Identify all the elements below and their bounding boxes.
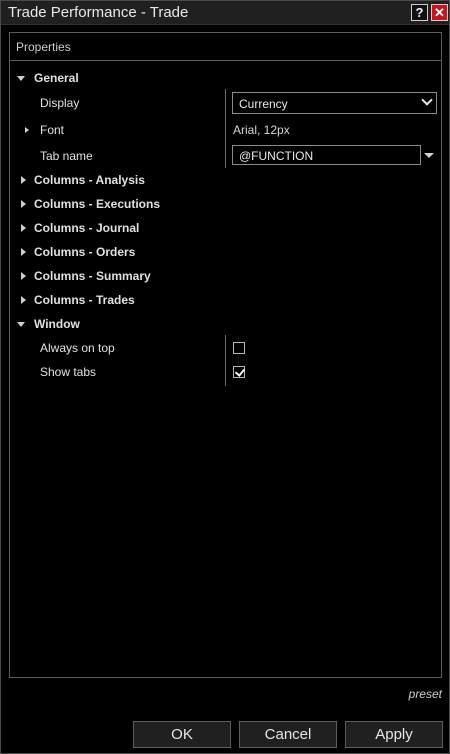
property-display: Display Currency [10,91,441,115]
property-font[interactable]: Font Arial, 12px [10,118,441,142]
tab-name-input[interactable]: @FUNCTION [232,145,421,165]
title-bar[interactable]: Trade Performance - Trade ? ✕ [1,1,449,25]
category-window[interactable]: Window [10,312,441,336]
expand-right-icon [25,127,29,133]
preset-link[interactable]: preset [409,687,442,701]
category-label: Columns - Summary [34,269,151,283]
expand-right-icon [21,296,26,304]
expand-right-icon [21,200,26,208]
ok-button[interactable]: OK [133,721,231,748]
panel-header: Properties [10,33,441,61]
window-title: Trade Performance - Trade [8,4,189,21]
expand-right-icon [21,224,26,232]
cancel-button[interactable]: Cancel [239,721,337,748]
category-label: Window [34,317,80,331]
property-show-tabs: Show tabs [10,360,441,384]
category-label: General [34,71,79,85]
category-label: Columns - Executions [34,197,161,211]
close-button[interactable]: ✕ [431,4,448,21]
category-columns-trades[interactable]: Columns - Trades [10,288,441,312]
help-icon: ? [415,5,424,20]
category-columns-executions[interactable]: Columns - Executions [10,192,441,216]
expand-right-icon [21,248,26,256]
expand-down-icon [17,76,25,81]
properties-window: Trade Performance - Trade ? ✕ Properties… [0,0,450,754]
property-label: Display [40,96,80,110]
font-value: Arial, 12px [233,123,290,137]
category-columns-summary[interactable]: Columns - Summary [10,264,441,288]
category-general[interactable]: General [10,66,441,90]
show-tabs-checkbox[interactable] [233,366,245,378]
property-tab-name: Tab name @FUNCTION [10,144,441,168]
property-label: Always on top [40,341,115,355]
tab-name-value: @FUNCTION [239,149,314,163]
display-value: Currency [239,97,288,111]
dropdown-arrow-icon[interactable] [424,153,434,158]
property-always-on-top: Always on top [10,336,441,360]
category-label: Columns - Journal [34,221,140,235]
apply-button[interactable]: Apply [345,721,443,748]
display-select[interactable]: Currency [232,92,437,114]
properties-panel: Properties General Display Currency Font… [9,32,442,678]
category-label: Columns - Trades [34,293,135,307]
category-columns-analysis[interactable]: Columns - Analysis [10,168,441,192]
property-label: Font [40,123,65,137]
always-on-top-checkbox[interactable] [233,342,245,354]
expand-right-icon [21,176,26,184]
expand-down-icon [17,322,25,327]
property-label: Tab name [40,149,93,163]
chevron-down-icon [421,94,433,106]
panel-title: Properties [16,40,71,54]
category-columns-journal[interactable]: Columns - Journal [10,216,441,240]
category-label: Columns - Analysis [34,173,145,187]
category-label: Columns - Orders [34,245,136,259]
close-icon: ✕ [434,5,445,20]
help-button[interactable]: ? [411,4,428,21]
expand-right-icon [21,272,26,280]
property-label: Show tabs [40,365,97,379]
category-columns-orders[interactable]: Columns - Orders [10,240,441,264]
